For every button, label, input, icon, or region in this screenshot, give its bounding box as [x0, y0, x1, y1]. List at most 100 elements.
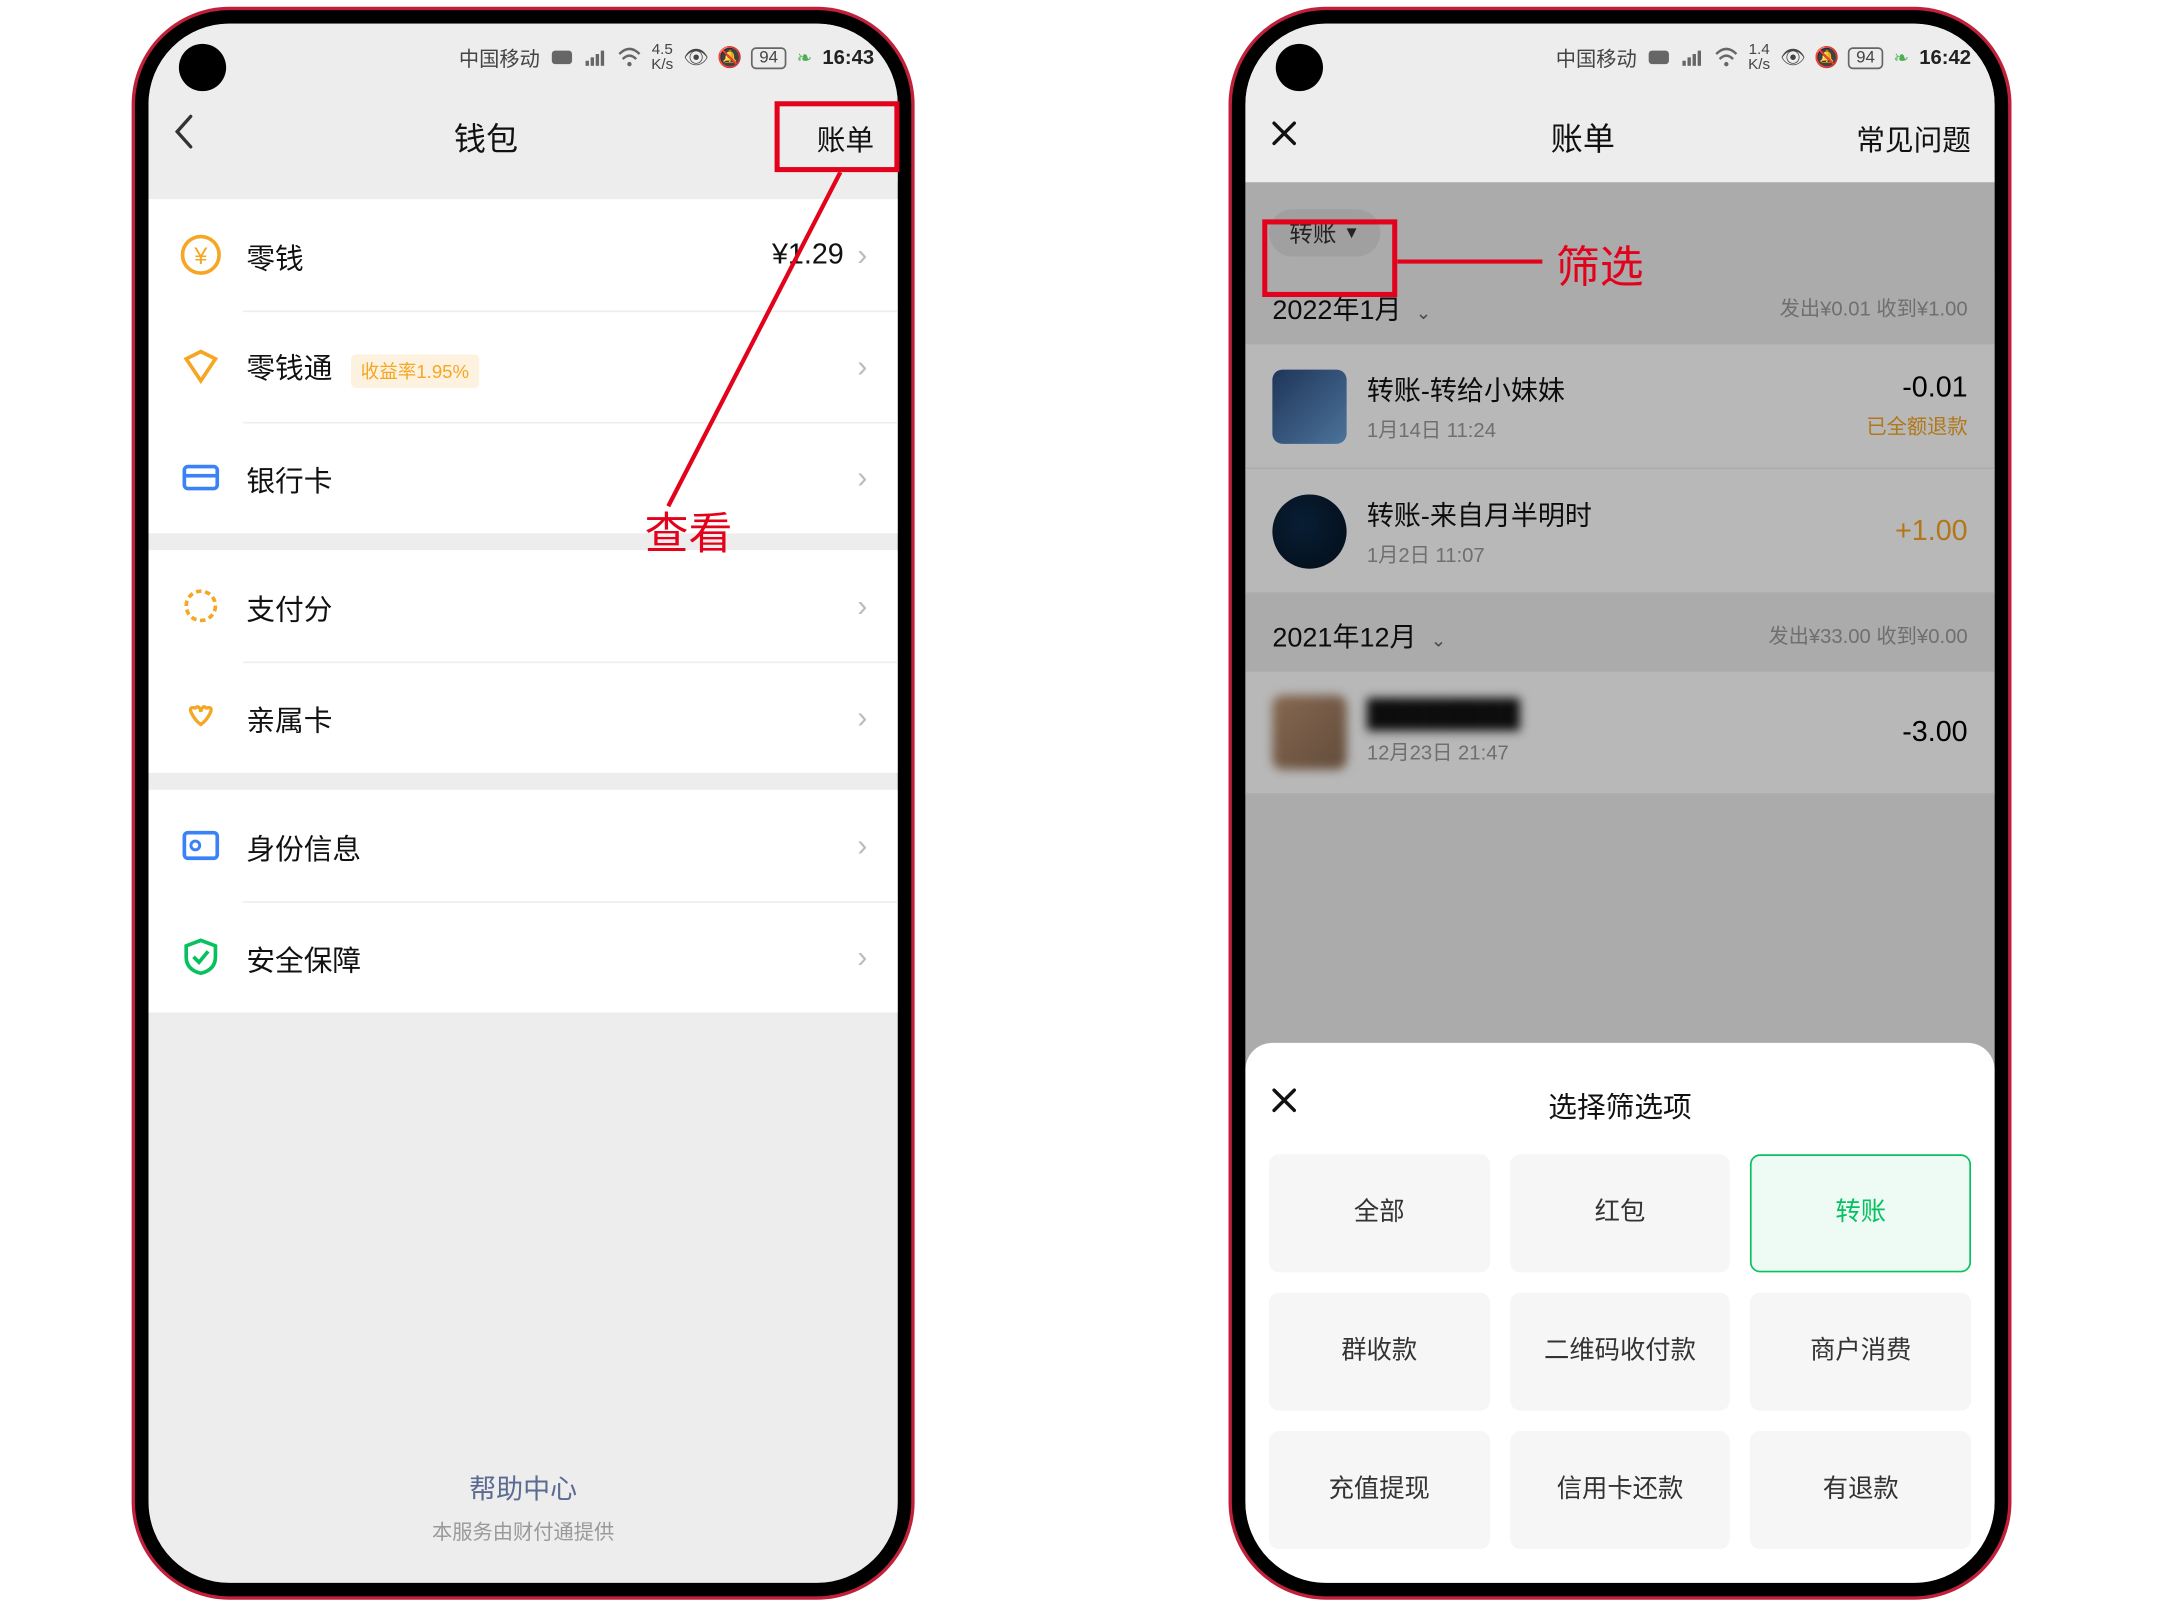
- filter-opt-transfer[interactable]: 转账: [1750, 1154, 1971, 1272]
- filter-opt-all[interactable]: 全部: [1269, 1154, 1489, 1272]
- txn-status: 已全额退款: [1866, 412, 1967, 441]
- page-title: 账单: [1330, 114, 1836, 160]
- section-pay: 支付分 › 亲属卡 ›: [149, 550, 898, 773]
- chevron-right-icon: ›: [857, 828, 867, 863]
- chevron-down-icon: ⌄: [1416, 304, 1432, 324]
- row-label: 零钱通 收益率1.95%: [246, 344, 857, 388]
- row-balance[interactable]: ¥ 零钱 ¥1.29 ›: [149, 199, 898, 310]
- carrier-label: 中国移动: [1556, 43, 1637, 72]
- battery-icon: 94: [751, 46, 787, 68]
- diamond-icon: [179, 344, 223, 388]
- txn-time: 1月2日 11:07: [1367, 540, 1895, 569]
- row-family[interactable]: 亲属卡 ›: [149, 662, 898, 773]
- month-header-1[interactable]: 2022年1月 ⌄ 发出¥0.01 收到¥1.00: [1245, 267, 1994, 345]
- row-label: 银行卡: [246, 456, 857, 498]
- filter-opt-card[interactable]: 信用卡还款: [1510, 1431, 1731, 1549]
- row-label: 安全保障: [246, 936, 857, 978]
- transaction-row[interactable]: ████████ 12月23日 21:47 -3.00: [1245, 672, 1994, 795]
- chevron-down-icon: ▼: [1343, 224, 1360, 243]
- month-label: 2021年12月 ⌄: [1272, 614, 1446, 655]
- txn-title: 转账-来自月半明时: [1367, 493, 1895, 534]
- avatar: [1272, 369, 1346, 443]
- filter-opt-group[interactable]: 群收款: [1269, 1293, 1489, 1411]
- row-label: 支付分: [246, 585, 857, 627]
- month-summary: 发出¥0.01 收到¥1.00: [1780, 293, 1968, 322]
- chevron-right-icon: ›: [857, 460, 867, 495]
- filter-opt-qr[interactable]: 二维码收付款: [1510, 1293, 1731, 1411]
- txn-time: 1月14日 11:24: [1367, 415, 1866, 444]
- page-title: 钱包: [233, 114, 739, 160]
- leaf-icon: ❧: [1894, 46, 1910, 68]
- clock: 16:43: [822, 46, 874, 70]
- month-label: 2022年1月 ⌄: [1272, 287, 1431, 328]
- id-icon: [179, 824, 223, 868]
- chevron-right-icon: ›: [857, 237, 867, 272]
- bills-button[interactable]: 账单: [739, 116, 874, 158]
- nav-bar: 钱包 账单: [149, 91, 898, 182]
- txn-title: ████████: [1367, 699, 1902, 729]
- camera-notch: [179, 44, 226, 91]
- footer: 帮助中心 本服务由财付通提供: [149, 1466, 898, 1545]
- mute-icon: 🔕: [717, 46, 741, 70]
- yield-badge: 收益率1.95%: [351, 354, 480, 388]
- hd-icon: [550, 46, 574, 70]
- txn-amount: +1.00: [1895, 514, 1968, 548]
- side-button: [898, 530, 908, 716]
- month-summary: 发出¥33.00 收到¥0.00: [1768, 620, 1967, 649]
- sheet-title: 选择筛选项: [1320, 1083, 1921, 1125]
- txn-amount: -3.00: [1902, 716, 1967, 750]
- month-header-2[interactable]: 2021年12月 ⌄ 发出¥33.00 收到¥0.00: [1245, 594, 1994, 672]
- back-button[interactable]: [172, 113, 233, 160]
- avatar: [1272, 494, 1346, 568]
- side-button: [898, 277, 908, 378]
- row-score[interactable]: 支付分 ›: [149, 550, 898, 661]
- chevron-right-icon: ›: [857, 348, 867, 383]
- net-speed: 1.4K/s: [1748, 42, 1770, 72]
- filter-opt-hongbao[interactable]: 红包: [1510, 1154, 1731, 1272]
- transaction-row[interactable]: 转账-来自月半明时 1月2日 11:07 +1.00: [1245, 469, 1994, 594]
- yen-icon: ¥: [179, 233, 223, 277]
- nav-bar: 账单 常见问题: [1245, 91, 1994, 182]
- filter-options-grid: 全部 红包 转账 群收款 二维码收付款 商户消费 充值提现 信用卡还款 有退款: [1269, 1154, 1971, 1549]
- signal-icon: [584, 46, 608, 70]
- help-link[interactable]: 帮助中心: [149, 1466, 898, 1507]
- section-security: 身份信息 › 安全保障 ›: [149, 790, 898, 1013]
- filter-chip-label: 转账: [1289, 216, 1336, 250]
- close-button[interactable]: [1269, 115, 1330, 159]
- camera-notch: [1276, 44, 1323, 91]
- row-bank[interactable]: 银行卡 ›: [149, 422, 898, 533]
- sheet-close-button[interactable]: [1269, 1082, 1320, 1126]
- net-speed: 4.5K/s: [651, 42, 673, 72]
- filter-opt-merchant[interactable]: 商户消费: [1750, 1293, 1971, 1411]
- carrier-label: 中国移动: [459, 43, 540, 72]
- row-value: ¥1.29: [772, 238, 844, 272]
- filter-chip[interactable]: 转账 ▼: [1269, 209, 1380, 256]
- side-button: [1995, 277, 2005, 378]
- phone-bills: 中国移动 1.4K/s 👁 🔕 94 ❧ 16:42 账单 常见问题 转账 ▼: [1232, 10, 2008, 1596]
- hd-icon: [1647, 46, 1671, 70]
- filter-row: 转账 ▼: [1245, 182, 1994, 266]
- card-icon: [179, 456, 223, 500]
- status-bar: 中国移动 4.5K/s 👁 🔕 94 ❧ 16:43: [149, 24, 898, 92]
- avatar: [1272, 695, 1346, 769]
- row-lct[interactable]: 零钱通 收益率1.95% ›: [149, 311, 898, 422]
- filter-opt-refund[interactable]: 有退款: [1750, 1431, 1971, 1549]
- mute-icon: 🔕: [1814, 46, 1838, 70]
- clock: 16:42: [1919, 46, 1971, 70]
- filter-opt-topup[interactable]: 充值提现: [1269, 1431, 1489, 1549]
- row-security[interactable]: 安全保障 ›: [149, 901, 898, 1012]
- gear-icon: [179, 584, 223, 628]
- hearts-icon: [179, 695, 223, 739]
- transaction-row[interactable]: 转账-转给小妹妹 1月14日 11:24 -0.01 已全额退款: [1245, 344, 1994, 469]
- row-label: 亲属卡: [246, 696, 857, 738]
- txn-time: 12月23日 21:47: [1367, 737, 1902, 766]
- side-button: [1995, 530, 2005, 716]
- faq-button[interactable]: 常见问题: [1836, 116, 1971, 158]
- row-label: 零钱: [246, 234, 772, 276]
- chevron-right-icon: ›: [857, 588, 867, 623]
- wifi-icon: [1714, 46, 1738, 70]
- provider-note: 本服务由财付通提供: [149, 1517, 898, 1546]
- chevron-down-icon: ⌄: [1431, 631, 1447, 651]
- txn-title: 转账-转给小妹妹: [1367, 368, 1866, 409]
- row-identity[interactable]: 身份信息 ›: [149, 790, 898, 901]
